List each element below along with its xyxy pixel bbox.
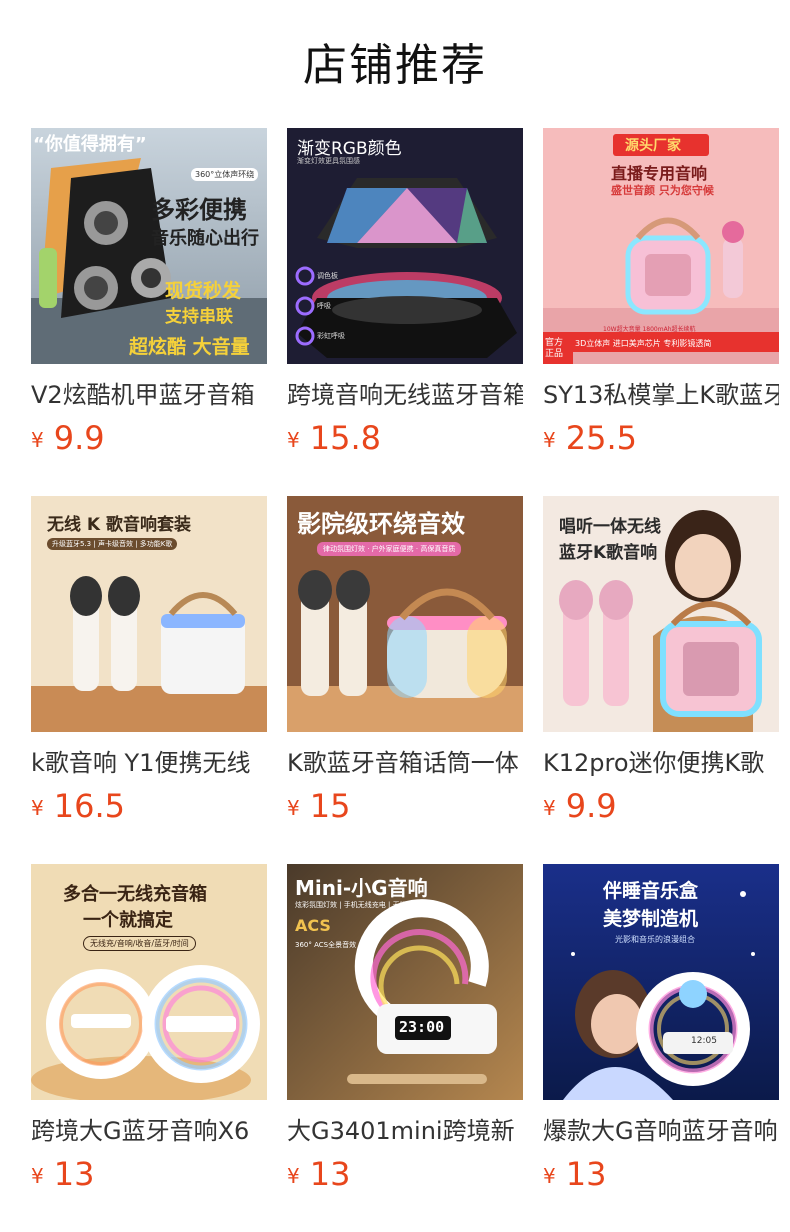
price-value: 9.9: [565, 787, 617, 825]
price-value: 16.5: [53, 787, 125, 825]
product-price: ¥9.9: [31, 418, 105, 458]
product-price: ¥16.5: [31, 786, 125, 826]
price-value: 13: [565, 1155, 607, 1193]
product-card[interactable]: 影院级环绕音效 律动氛围灯效 · 户外家庭便携 · 高保真音质 K歌蓝牙音箱话筒…: [287, 496, 523, 836]
product-price: ¥25.5: [543, 418, 637, 458]
currency-symbol: ¥: [31, 428, 44, 452]
product-title[interactable]: 大G3401mini跨境新: [287, 1114, 523, 1150]
currency-symbol: ¥: [543, 1164, 556, 1188]
product-price: ¥15.8: [287, 418, 381, 458]
product-price: ¥9.9: [543, 786, 617, 826]
product-image[interactable]: 唱听一体无线 蓝牙K歌音响: [543, 496, 779, 732]
currency-symbol: ¥: [31, 796, 44, 820]
product-image[interactable]: 源头厂家 直播专用音响 盛世音颜 只为您守候 10W超大音量 1800mAh超长…: [543, 128, 779, 364]
product-card[interactable]: 伴睡音乐盒 美梦制造机 光影和音乐的浪漫组合 12:05 爆款大G音响蓝牙音响 …: [543, 864, 779, 1204]
product-title[interactable]: SY13私模掌上K歌蓝牙: [543, 378, 779, 414]
currency-symbol: ¥: [543, 428, 556, 452]
product-title[interactable]: k歌音响 Y1便携无线: [31, 746, 267, 782]
product-card[interactable]: Mini-小G音响 炫彩氛围灯效 | 手机无线充电 | 无损震撼音效 ACS 3…: [287, 864, 523, 1204]
page-title: 店铺推荐: [303, 40, 487, 91]
product-title[interactable]: K歌蓝牙音箱话筒一体: [287, 746, 523, 782]
product-card[interactable]: 唱听一体无线 蓝牙K歌音响 K12pro迷你便携K歌 ¥9.9: [543, 496, 779, 836]
product-image[interactable]: 影院级环绕音效 律动氛围灯效 · 户外家庭便携 · 高保真音质: [287, 496, 523, 732]
product-price: ¥13: [543, 1154, 606, 1194]
product-title[interactable]: 爆款大G音响蓝牙音响: [543, 1114, 779, 1150]
product-card[interactable]: 渐变RGB颜色 渐变灯效更具氛围感 调色板 呼吸 彩虹呼吸 跨境音响无线蓝牙音箱…: [287, 128, 523, 468]
product-image[interactable]: “你值得拥有” 360°立体声环绕 多彩便携 音乐随心出行 现货秒发 支持串联 …: [31, 128, 267, 364]
product-card[interactable]: “你值得拥有” 360°立体声环绕 多彩便携 音乐随心出行 现货秒发 支持串联 …: [31, 128, 267, 468]
price-value: 15: [309, 787, 351, 825]
product-price: ¥13: [287, 1154, 350, 1194]
price-value: 25.5: [565, 419, 637, 457]
currency-symbol: ¥: [287, 428, 300, 452]
price-value: 9.9: [53, 419, 105, 457]
product-title[interactable]: 跨境音响无线蓝牙音箱: [287, 378, 523, 414]
product-card[interactable]: 源头厂家 直播专用音响 盛世音颜 只为您守候 10W超大音量 1800mAh超长…: [543, 128, 779, 468]
product-title[interactable]: V2炫酷机甲蓝牙音箱: [31, 378, 267, 414]
product-card[interactable]: 无线 K 歌音响套装 升级蓝牙5.3 | 声卡级音效 | 多功能K歌 k歌音响 …: [31, 496, 267, 836]
product-card[interactable]: 多合一无线充音箱 一个就搞定 无线充/音响/收音/蓝牙/时间 跨境大G蓝牙音响X…: [31, 864, 267, 1204]
currency-symbol: ¥: [287, 1164, 300, 1188]
product-image[interactable]: 多合一无线充音箱 一个就搞定 无线充/音响/收音/蓝牙/时间: [31, 864, 267, 1100]
product-title[interactable]: K12pro迷你便携K歌: [543, 746, 779, 782]
product-title[interactable]: 跨境大G蓝牙音响X6: [31, 1114, 267, 1150]
currency-symbol: ¥: [287, 796, 300, 820]
currency-symbol: ¥: [31, 1164, 44, 1188]
price-value: 15.8: [309, 419, 381, 457]
product-price: ¥15: [287, 786, 350, 826]
product-image[interactable]: 无线 K 歌音响套装 升级蓝牙5.3 | 声卡级音效 | 多功能K歌: [31, 496, 267, 732]
product-image[interactable]: 伴睡音乐盒 美梦制造机 光影和音乐的浪漫组合 12:05: [543, 864, 779, 1100]
price-value: 13: [309, 1155, 351, 1193]
price-value: 13: [53, 1155, 95, 1193]
product-price: ¥13: [31, 1154, 94, 1194]
currency-symbol: ¥: [543, 796, 556, 820]
product-image[interactable]: Mini-小G音响 炫彩氛围灯效 | 手机无线充电 | 无损震撼音效 ACS 3…: [287, 864, 523, 1100]
product-image[interactable]: 渐变RGB颜色 渐变灯效更具氛围感 调色板 呼吸 彩虹呼吸: [287, 128, 523, 364]
